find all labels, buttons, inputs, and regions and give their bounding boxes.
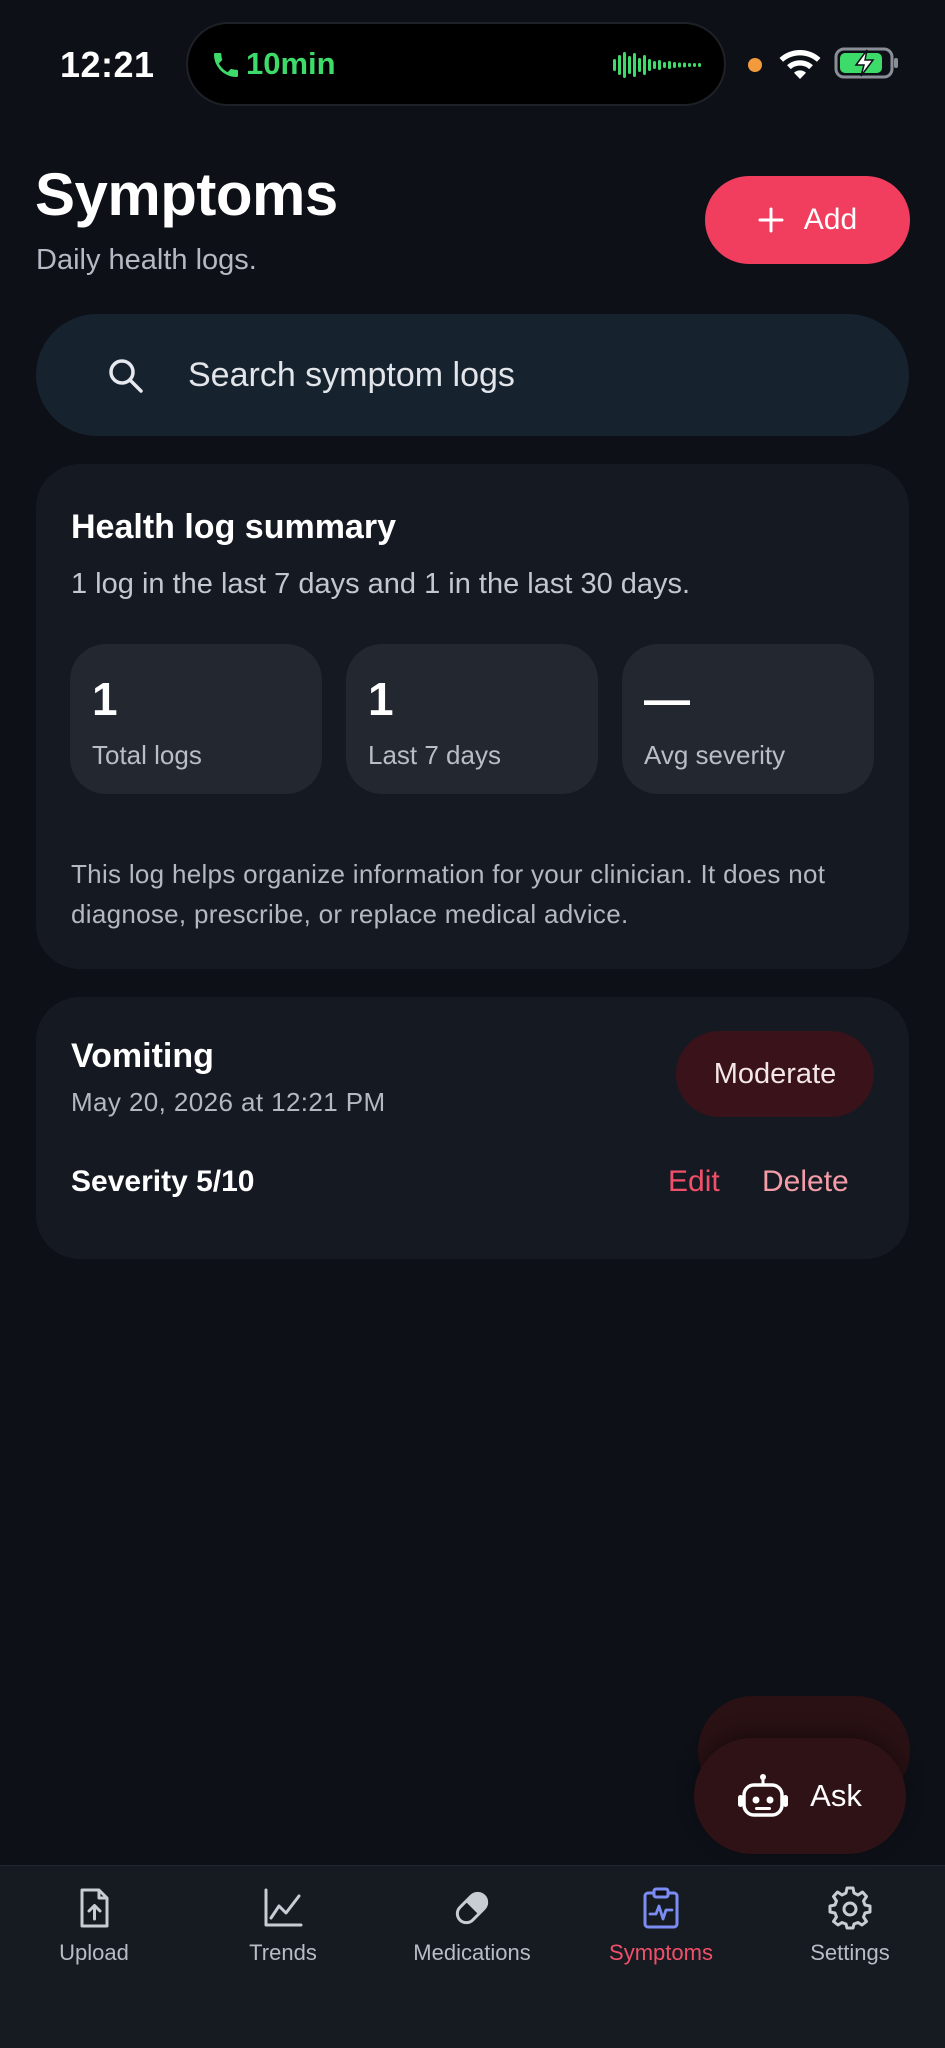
wifi-icon [779, 50, 821, 79]
nav-item-trends[interactable]: Trends [208, 1886, 358, 1996]
gear-icon [828, 1886, 872, 1930]
search-bar[interactable] [36, 314, 909, 436]
nav-label: Symptoms [609, 1940, 713, 1965]
nav-item-medications[interactable]: Medications [397, 1886, 547, 1996]
stat-label: Last 7 days [368, 740, 501, 770]
stat-label: Total logs [92, 740, 202, 770]
page-title: Symptoms [35, 161, 338, 228]
page-subtitle: Daily health logs. [36, 244, 257, 276]
battery-charging-icon [834, 47, 898, 79]
summary-title: Health log summary [71, 508, 396, 546]
add-log-button[interactable]: Add [705, 176, 910, 264]
nav-item-upload[interactable]: Upload [19, 1886, 169, 1996]
bottom-nav: Upload Trends Medications Symptoms Setti… [0, 1865, 945, 2048]
ask-assistant-button[interactable]: Ask [694, 1738, 906, 1854]
upload-icon [80, 1888, 109, 1928]
medical-disclaimer: This log helps organize information for … [71, 859, 826, 929]
health-log-summary-card: Health log summary 1 log in the last 7 d… [36, 464, 909, 969]
search-icon [109, 359, 143, 393]
status-bar: 12:21 10min [0, 0, 945, 120]
delete-log-button[interactable]: Delete [762, 1165, 849, 1199]
phone-icon [214, 53, 238, 77]
audio-waveform-icon [613, 52, 701, 78]
robot-icon [738, 1774, 789, 1817]
symptoms-screen: 12:21 10min Symptoms Daily health logs. … [0, 0, 945, 2048]
nav-item-settings[interactable]: Settings [775, 1886, 925, 1996]
stat-avg-severity: — Avg severity [622, 644, 874, 794]
stat-label: Avg severity [644, 740, 786, 770]
status-time: 12:21 [60, 44, 155, 85]
stat-last-7-days: 1 Last 7 days [346, 644, 598, 794]
stat-value: — [644, 673, 690, 725]
log-date: May 20, 2026 at 12:21 PM [71, 1087, 386, 1117]
summary-text: 1 log in the last 7 days and 1 in the la… [71, 568, 691, 600]
ask-button-label: Ask [810, 1778, 862, 1813]
log-severity: Severity 5/10 [71, 1165, 255, 1198]
clipboard-pulse-icon [643, 1887, 679, 1929]
add-button-label: Add [803, 203, 858, 236]
search-input[interactable] [186, 344, 870, 406]
nav-label: Settings [810, 1940, 890, 1965]
privacy-indicator-dot [748, 58, 762, 72]
nav-label: Upload [59, 1940, 129, 1965]
stat-total-logs: 1 Total logs [70, 644, 322, 794]
stat-value: 1 [368, 673, 394, 725]
symptom-log-card[interactable]: Vomiting May 20, 2026 at 12:21 PM Modera… [36, 997, 909, 1259]
stat-value: 1 [92, 673, 118, 725]
nav-label: Trends [249, 1940, 317, 1965]
nav-item-symptoms[interactable]: Symptoms [586, 1886, 736, 1996]
pill-icon [455, 1891, 489, 1925]
log-symptom-name: Vomiting [71, 1037, 214, 1075]
call-duration: 10min [246, 46, 336, 81]
plus-icon [758, 207, 784, 233]
trends-icon [264, 1888, 303, 1927]
edit-log-button[interactable]: Edit [668, 1165, 720, 1199]
dynamic-island-call[interactable]: 10min [186, 22, 726, 106]
nav-label: Medications [413, 1940, 531, 1965]
severity-badge: Moderate [676, 1031, 874, 1117]
